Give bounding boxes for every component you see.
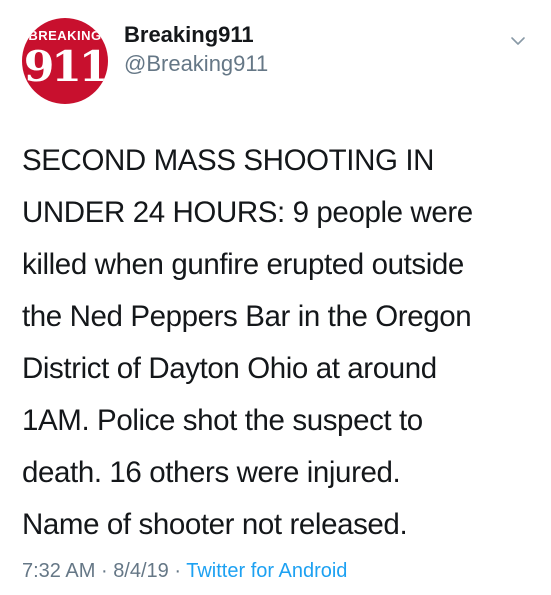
tweet-card: BREAKING 911 Breaking911 @Breaking911 SE…	[0, 0, 551, 595]
avatar-logo-number: 911	[23, 42, 108, 91]
tweet-header: BREAKING 911 Breaking911 @Breaking911	[22, 18, 531, 104]
tweet-text: SECOND MASS SHOOTING IN UNDER 24 HOURS: …	[22, 144, 473, 541]
avatar[interactable]: BREAKING 911	[22, 18, 108, 104]
avatar-logo-word: BREAKING	[28, 28, 102, 43]
display-name[interactable]: Breaking911	[124, 22, 268, 48]
meta-separator: ·	[100, 560, 108, 582]
tweet-metadata: 7:32 AM · 8/4/19 · Twitter for Android	[22, 558, 347, 584]
user-handle[interactable]: @Breaking911	[124, 50, 268, 78]
tweet-source-link[interactable]: Twitter for Android	[186, 560, 347, 582]
chevron-down-icon[interactable]	[509, 32, 527, 50]
tweet-date[interactable]: 8/4/19	[113, 560, 169, 582]
author-info: Breaking911 @Breaking911	[124, 22, 268, 78]
tweet-time[interactable]: 7:32 AM	[22, 560, 95, 582]
meta-separator: ·	[174, 560, 182, 582]
